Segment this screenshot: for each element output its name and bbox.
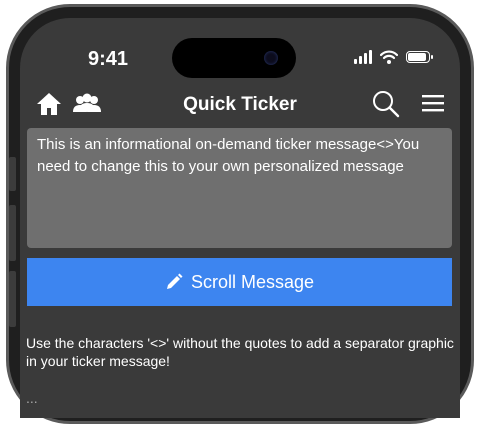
app-screen: 9:41 Quick Ticker This is an information… bbox=[20, 18, 460, 418]
scroll-message-label: Scroll Message bbox=[190, 271, 315, 292]
dynamic-island bbox=[172, 38, 296, 78]
pencil-icon bbox=[166, 273, 183, 289]
status-icons bbox=[354, 50, 433, 64]
search-icon[interactable] bbox=[372, 90, 400, 118]
menu-icon[interactable] bbox=[422, 94, 444, 112]
separator-help-text: Use the characters '<>' without the quot… bbox=[26, 335, 454, 369]
side-button bbox=[9, 157, 16, 191]
wifi-icon bbox=[380, 50, 398, 64]
help-text-cutoff: ... bbox=[26, 390, 38, 406]
status-time: 9:41 bbox=[88, 48, 129, 70]
side-button bbox=[9, 271, 16, 327]
scroll-message-button[interactable]: Scroll Message bbox=[27, 258, 452, 306]
side-button bbox=[9, 205, 16, 261]
camera-icon bbox=[264, 51, 278, 65]
status-bar: 9:41 bbox=[20, 18, 460, 80]
battery-icon bbox=[406, 51, 433, 63]
ticker-message-input[interactable]: This is an informational on-demand ticke… bbox=[27, 128, 452, 248]
nav-bar: Quick Ticker bbox=[20, 88, 460, 124]
signal-icon bbox=[354, 50, 372, 64]
